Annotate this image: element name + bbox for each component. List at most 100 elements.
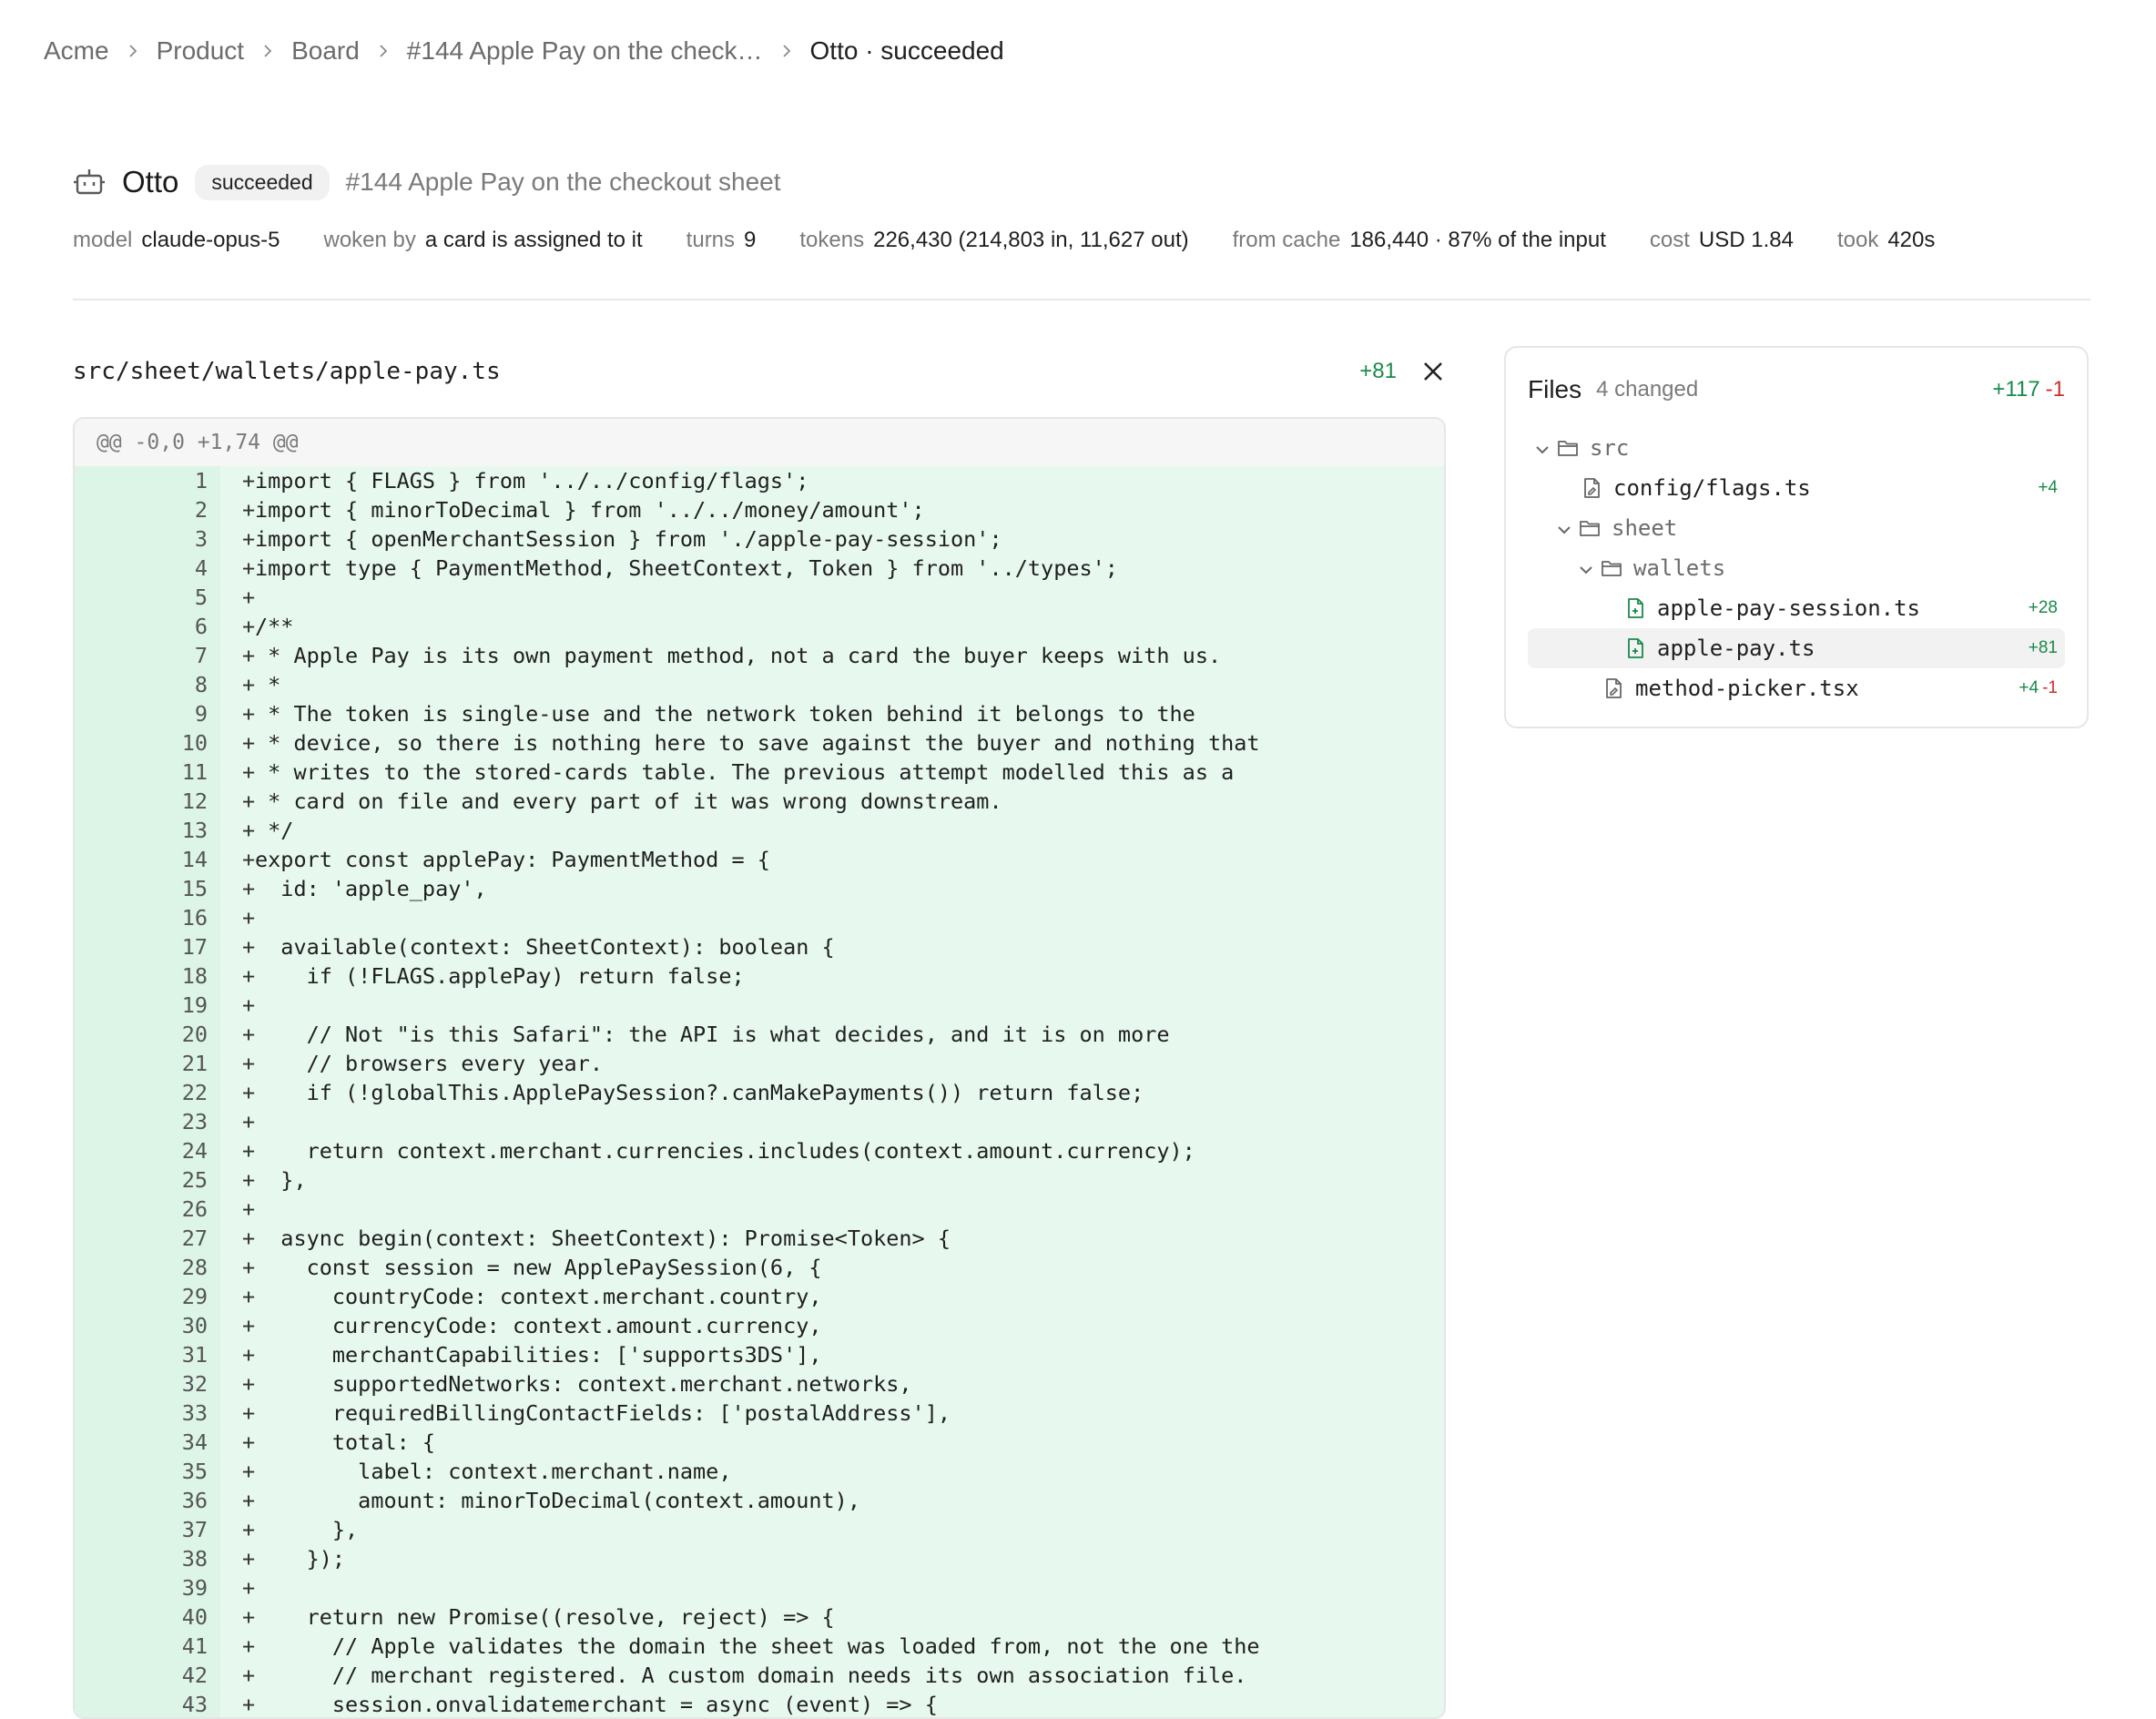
new-line-number: 41 <box>147 1632 220 1661</box>
diff-line: 15 + id: 'apple_pay', <box>75 874 1444 903</box>
chevron-right-icon <box>763 44 810 58</box>
chevron-right-icon <box>244 44 291 58</box>
new-line-number: 18 <box>147 961 220 991</box>
new-line-number: 4 <box>147 554 220 583</box>
old-line-number <box>75 495 147 524</box>
stat-woken-by: woken by a card is assigned to it <box>323 228 643 252</box>
diff-line: 34 + total: { <box>75 1428 1444 1457</box>
new-line-number: 34 <box>147 1428 220 1457</box>
code-text: available(context: SheetContext): boolea… <box>255 934 835 960</box>
added-marker: + <box>242 788 256 814</box>
code-text: * device, so there is nothing here to sa… <box>255 730 1260 756</box>
old-line-number <box>75 1573 147 1602</box>
new-line-number: 1 <box>147 466 220 495</box>
old-line-number <box>75 612 147 641</box>
diff-additions: +81 <box>1359 359 1397 383</box>
diff-line: 8 + * <box>75 670 1444 699</box>
tree-folder[interactable]: sheet <box>1528 508 2065 548</box>
file-additions: +28 <box>2028 598 2058 617</box>
close-icon[interactable] <box>1420 359 1446 384</box>
stat-took: took 420s <box>1836 228 1936 252</box>
old-line-number <box>75 466 147 495</box>
added-marker: + <box>242 1488 256 1513</box>
tree-item-label: sheet <box>1612 515 1678 541</box>
breadcrumb-board[interactable]: Board <box>291 36 360 66</box>
old-line-number <box>75 699 147 728</box>
chevron-right-icon <box>109 44 157 58</box>
old-line-number <box>75 1224 147 1253</box>
breadcrumb-product[interactable]: Product <box>157 36 245 66</box>
diff-file-header: src/sheet/wallets/apple-pay.ts +81 <box>73 351 1446 392</box>
new-line-number: 14 <box>147 845 220 874</box>
diff-file-path: src/sheet/wallets/apple-pay.ts <box>73 358 501 385</box>
tree-file[interactable]: apple-pay.ts +81 <box>1528 628 2065 668</box>
diff-line: 43 + session.onvalidatemerchant = async (… <box>75 1690 1444 1717</box>
diff-line: 23 + <box>75 1107 1444 1136</box>
new-line-number: 26 <box>147 1195 220 1224</box>
old-line-number <box>75 1165 147 1195</box>
added-marker: + <box>242 1604 256 1630</box>
card-link[interactable]: #144 Apple Pay on the checkout sheet <box>346 168 781 197</box>
tree-item-label: apple-pay.ts <box>1657 636 1815 661</box>
code-text: */ <box>255 818 294 843</box>
new-line-number: 11 <box>147 758 220 787</box>
added-marker: + <box>242 614 256 639</box>
breadcrumb-card[interactable]: #144 Apple Pay on the check… <box>407 36 763 66</box>
diff-line: 13 + */ <box>75 816 1444 845</box>
page-title: Otto <box>122 165 179 198</box>
added-marker: + <box>242 1109 256 1134</box>
diff-line: 41 + // Apple validates the domain the sh… <box>75 1632 1444 1661</box>
code-text: export const applePay: PaymentMethod = { <box>255 847 770 872</box>
old-line-number <box>75 1282 147 1311</box>
tree-folder[interactable]: src <box>1528 428 2065 468</box>
new-line-number: 35 <box>147 1457 220 1486</box>
chevron-down-icon[interactable] <box>1555 519 1573 537</box>
stat-turns: turns 9 <box>686 228 757 252</box>
diff-line: 10 + * device, so there is nothing here t… <box>75 728 1444 758</box>
old-line-number <box>75 1136 147 1165</box>
code-text: session.onvalidatemerchant = async (even… <box>255 1692 938 1717</box>
old-line-number <box>75 787 147 816</box>
new-line-number: 20 <box>147 1020 220 1049</box>
old-line-number <box>75 1107 147 1136</box>
breadcrumb-acme[interactable]: Acme <box>44 36 109 66</box>
file-additions: +81 <box>2028 638 2058 657</box>
tree-item-label: apple-pay-session.ts <box>1657 595 1920 621</box>
code-text: supportedNetworks: context.merchant.netw… <box>255 1371 912 1397</box>
code-text: id: 'apple_pay', <box>255 876 487 901</box>
added-marker: + <box>242 701 256 727</box>
stat-cost: cost USD 1.84 <box>1649 228 1794 252</box>
files-title: Files <box>1528 375 1582 403</box>
old-line-number <box>75 816 147 845</box>
tree-folder[interactable]: wallets <box>1528 548 2065 588</box>
tree-file[interactable]: method-picker.tsx +4 -1 <box>1528 668 2065 708</box>
stat-tokens: tokens 226,430 (214,803 in, 11,627 out) <box>799 228 1189 252</box>
chevron-down-icon[interactable] <box>1533 439 1551 457</box>
diff-line: 20 + // Not "is this Safari": the API is … <box>75 1020 1444 1049</box>
tree-file[interactable]: config/flags.ts +4 <box>1528 468 2065 508</box>
diff-line: 12 + * card on file and every part of it … <box>75 787 1444 816</box>
added-marker: + <box>242 1546 256 1572</box>
code-text: return new Promise((resolve, reject) => … <box>255 1604 835 1630</box>
tree-file[interactable]: apple-pay-session.ts +28 <box>1528 588 2065 628</box>
diff-line: 27 + async begin(context: SheetContext): … <box>75 1224 1444 1253</box>
diff-line: 30 + currencyCode: context.amount.currenc… <box>75 1311 1444 1340</box>
tree-item-label: src <box>1590 435 1630 461</box>
diff-line: 22 + if (!globalThis.ApplePaySession?.can… <box>75 1078 1444 1107</box>
added-marker: + <box>242 1663 256 1688</box>
diff-line: 2 + import { minorToDecimal } from '../../… <box>75 495 1444 524</box>
new-line-number: 8 <box>147 670 220 699</box>
new-line-number: 17 <box>147 932 220 961</box>
code-text: currencyCode: context.amount.currency, <box>255 1313 822 1338</box>
code-text: import { openMerchantSession } from './a… <box>255 526 1002 552</box>
added-marker: + <box>242 1226 256 1251</box>
chevron-down-icon[interactable] <box>1577 559 1595 577</box>
folder-icon <box>1557 437 1579 459</box>
new-line-number: 27 <box>147 1224 220 1253</box>
new-line-number: 32 <box>147 1369 220 1399</box>
added-marker: + <box>242 1429 256 1455</box>
added-marker: + <box>242 963 256 989</box>
old-line-number <box>75 1253 147 1282</box>
diff-line: 5 + <box>75 583 1444 612</box>
tree-item-label: method-picker.tsx <box>1635 676 1859 701</box>
